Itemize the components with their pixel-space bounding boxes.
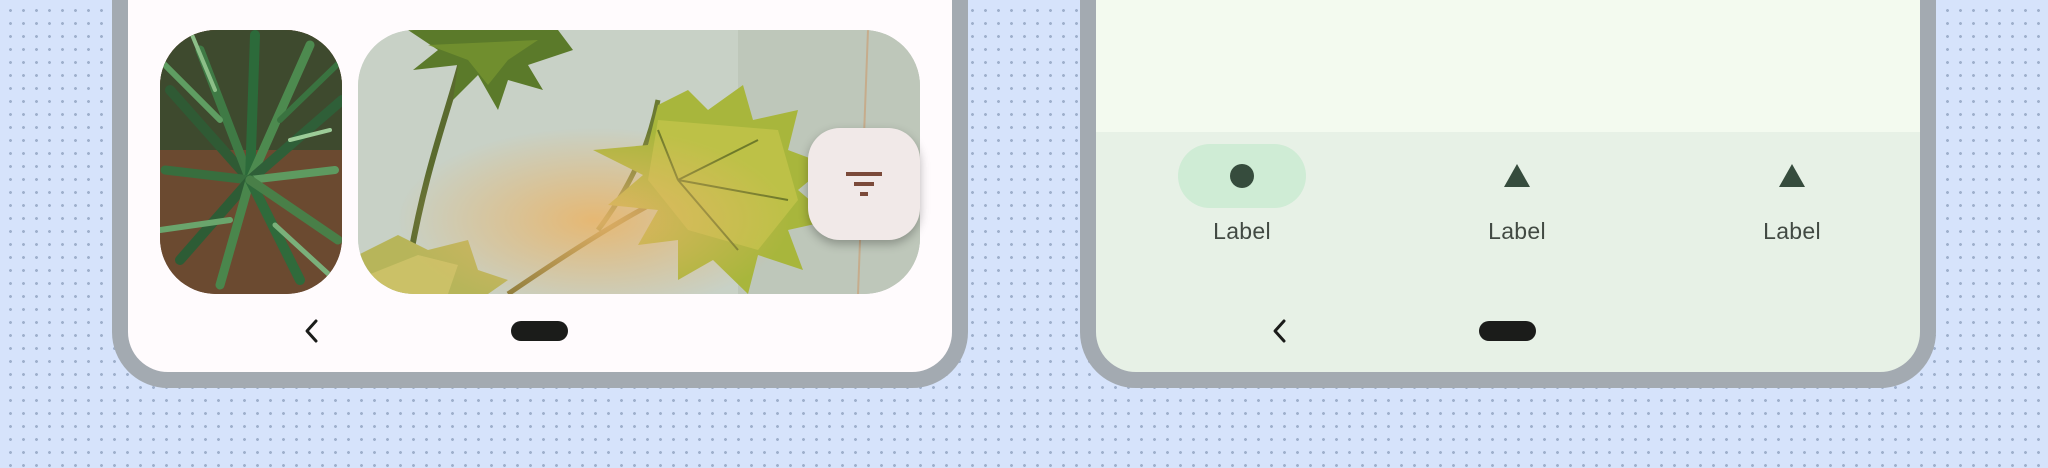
palm-photo [160,30,342,294]
chevron-left-icon [1273,319,1286,343]
filter-list-icon [846,172,882,196]
back-button[interactable] [1265,316,1295,346]
carousel-image-palm[interactable] [160,30,342,294]
right-phone-frame: Label Label Label [1080,0,1936,388]
nav-item-label: Label [1213,218,1271,244]
nav-item-label: Label [1763,218,1821,244]
nav-item-3[interactable]: Label [1712,144,1872,254]
filter-fab[interactable] [808,128,920,240]
nav-item-2[interactable]: Label [1437,144,1597,254]
home-pill-icon[interactable] [511,321,568,341]
nav-item-1[interactable]: Label [1162,144,1322,254]
triangle-icon [1504,164,1530,187]
left-phone-frame [112,0,968,388]
nav-item-label: Label [1488,218,1546,244]
content-area [1096,0,1920,132]
home-pill-icon[interactable] [1479,321,1536,341]
triangle-icon [1779,164,1805,187]
back-button[interactable] [297,316,327,346]
circle-icon [1230,164,1254,188]
chevron-left-icon [305,319,318,343]
